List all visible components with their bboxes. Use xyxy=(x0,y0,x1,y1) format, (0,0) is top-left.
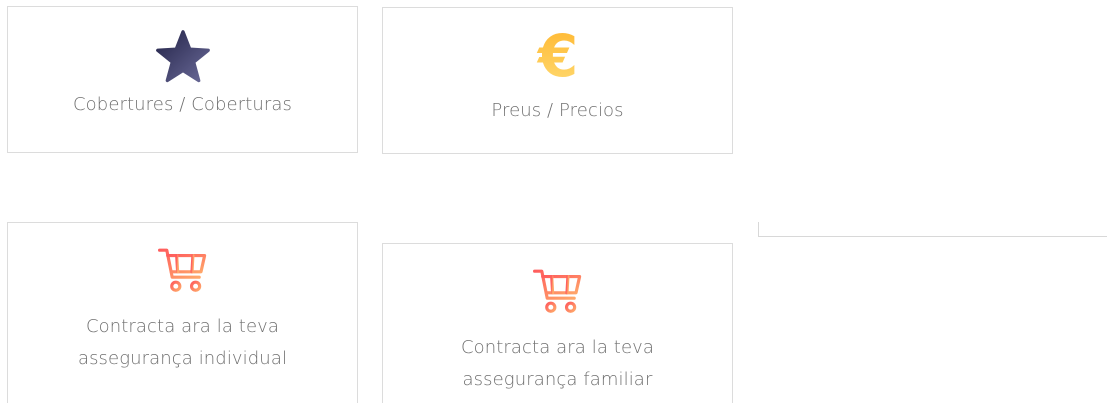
card-contracta-familiar[interactable]: Contracta ara la teva assegurança famili… xyxy=(382,243,733,403)
card-label-line-2: assegurança familiar xyxy=(462,369,653,390)
euro-icon: € xyxy=(535,24,577,84)
divider xyxy=(758,222,1107,237)
card-contracta-individual[interactable]: Contracta ara la teva assegurança indivi… xyxy=(7,222,358,403)
card-label-line-1: Contracta ara la teva xyxy=(460,337,655,358)
svg-text:€: € xyxy=(535,24,577,84)
card-label: Cobertures / Coberturas xyxy=(73,94,292,115)
star-icon xyxy=(155,30,210,83)
shopping-cart-icon xyxy=(157,248,206,292)
card-label-line-2: assegurança individual xyxy=(77,348,288,369)
card-coberturas[interactable]: Cobertures / Coberturas xyxy=(7,6,358,153)
card-label: Preus / Precios xyxy=(491,100,624,121)
card-precios[interactable]: € Preus / Precios xyxy=(382,7,733,154)
shopping-cart-icon xyxy=(532,269,581,313)
card-label-line-1: Contracta ara la teva xyxy=(85,316,280,337)
page: Cobertures / Coberturas € Preus / Precio… xyxy=(0,0,1107,403)
